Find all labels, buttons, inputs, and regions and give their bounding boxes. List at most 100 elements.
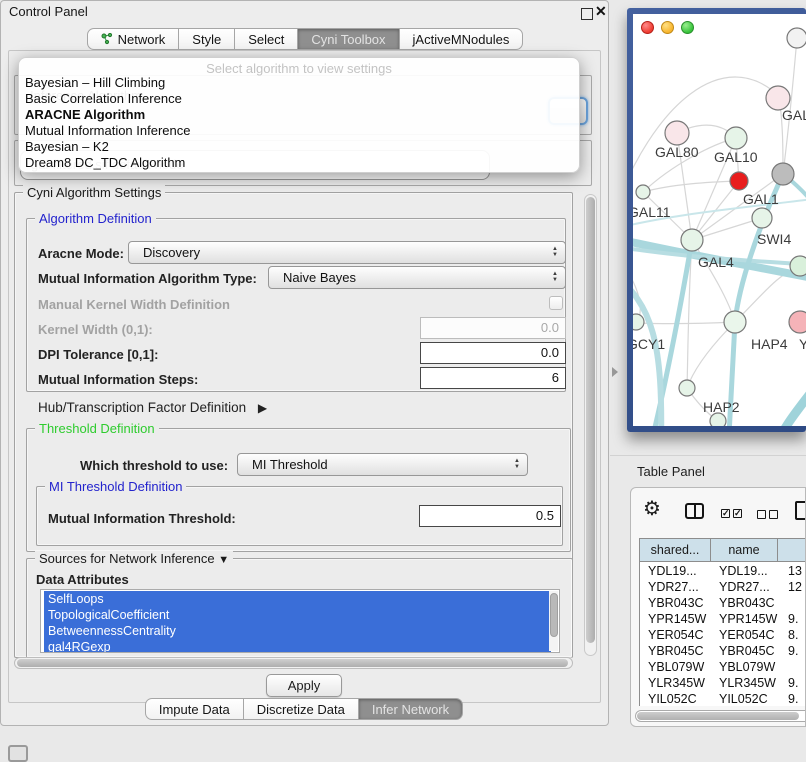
dropdown-item-dream8[interactable]: Dream8 DC_TDC Algorithm bbox=[25, 155, 573, 171]
network-canvas[interactable]: GALGAL80GAL10GAL1GAL11GAL4SWI4GCY1HAP4YH… bbox=[633, 14, 806, 426]
clipped-toolbar-icon[interactable] bbox=[795, 501, 806, 520]
table-row[interactable]: YDL19...YDL19...13 bbox=[640, 563, 806, 579]
deselect-all-icon[interactable] bbox=[757, 510, 766, 519]
tab-discretize-data[interactable]: Discretize Data bbox=[243, 698, 359, 720]
stepper-icon: ▲▼ bbox=[514, 458, 520, 470]
node-label-gal10: GAL10 bbox=[714, 149, 758, 165]
network-node-gal11[interactable] bbox=[636, 185, 650, 199]
dropdown-item-bayesian-hill-climbing[interactable]: Bayesian – Hill Climbing bbox=[25, 75, 573, 91]
column-header-shared-name[interactable]: shared... bbox=[640, 539, 711, 562]
network-node-hap4[interactable] bbox=[724, 311, 746, 333]
tab-impute-data-label: Impute Data bbox=[159, 702, 230, 717]
list-scrollbar-thumb[interactable] bbox=[550, 593, 558, 637]
table-horizontal-scrollbar[interactable] bbox=[635, 710, 806, 722]
dpi-tolerance-input[interactable]: 0.0 bbox=[420, 342, 566, 364]
dropdown-item-aracne[interactable]: ARACNE Algorithm bbox=[25, 107, 573, 123]
network-node-gal80[interactable] bbox=[665, 121, 689, 145]
mi-type-label: Mutual Information Algorithm Type: bbox=[38, 271, 257, 286]
window-zoom-traffic-light-icon[interactable] bbox=[681, 21, 694, 34]
apply-button[interactable]: Apply bbox=[266, 674, 342, 697]
aracne-mode-value: Discovery bbox=[143, 245, 200, 260]
select-all-check-icon[interactable]: ✓ bbox=[721, 509, 730, 518]
mi-threshold-title: MI Threshold Definition bbox=[45, 479, 186, 494]
tab-infer-network-label: Infer Network bbox=[372, 702, 449, 717]
network-node-hap2[interactable] bbox=[679, 380, 695, 396]
gear-icon[interactable]: ⚙ bbox=[643, 496, 661, 521]
threshold-definition-title: Threshold Definition bbox=[35, 421, 159, 436]
network-node-gcy1[interactable] bbox=[633, 314, 644, 330]
dropdown-item-bayesian-k2[interactable]: Bayesian – K2 bbox=[25, 139, 573, 155]
table-row[interactable]: YBL079WYBL079W bbox=[640, 659, 806, 675]
table-row[interactable]: YBR043CYBR043C bbox=[640, 595, 806, 611]
table-row[interactable]: YDR27...YDR27...12 bbox=[640, 579, 806, 595]
show-columns-icon[interactable] bbox=[685, 503, 704, 519]
table-row[interactable]: YIL052CYIL052C9. bbox=[640, 691, 806, 705]
table-row[interactable]: YPR145WYPR145W9. bbox=[640, 611, 806, 627]
tab-cyni-toolbox[interactable]: Cyni Toolbox bbox=[297, 28, 399, 50]
mi-threshold-label: Mutual Information Threshold: bbox=[48, 511, 236, 526]
dropdown-placeholder: Select algorithm to view settings bbox=[19, 61, 579, 76]
settings-horizontal-scrollbar-thumb[interactable] bbox=[17, 659, 568, 667]
clipped-corner-button[interactable] bbox=[8, 745, 28, 762]
list-item-betweennesscentrality[interactable]: BetweennessCentrality bbox=[44, 623, 551, 639]
table-row[interactable]: YLR345WYLR345W9. bbox=[640, 675, 806, 691]
network-node-gal4[interactable] bbox=[681, 229, 703, 251]
table-horizontal-scrollbar-thumb[interactable] bbox=[637, 712, 799, 720]
hub-definition-expander[interactable]: Hub/Transcription Factor Definition ▶ bbox=[38, 400, 267, 415]
panel-sash-arrow-icon[interactable] bbox=[612, 367, 618, 377]
network-node[interactable] bbox=[730, 172, 748, 190]
tab-style[interactable]: Style bbox=[178, 28, 235, 50]
table-row[interactable]: YER054CYER054C8. bbox=[640, 627, 806, 643]
data-attributes-list[interactable]: SelfLoops TopologicalCoefficient Between… bbox=[40, 589, 560, 653]
list-item-gal4rgexp[interactable]: gal4RGexp bbox=[44, 639, 551, 653]
select-all-check-icon-2[interactable]: ✓ bbox=[733, 509, 742, 518]
control-panel-tabs: Network Style Select Cyni Toolbox jActiv… bbox=[1, 28, 610, 50]
network-node[interactable] bbox=[710, 413, 726, 426]
aracne-mode-combo[interactable]: Discovery ▲▼ bbox=[128, 241, 566, 264]
table-row[interactable]: YBR045CYBR045C9. bbox=[640, 643, 806, 659]
tab-select[interactable]: Select bbox=[234, 28, 298, 50]
window-minimize-traffic-light-icon[interactable] bbox=[661, 21, 674, 34]
deselect-all-icon-2[interactable] bbox=[769, 510, 778, 519]
network-node[interactable] bbox=[787, 28, 806, 48]
mi-steps-input[interactable]: 6 bbox=[420, 367, 566, 389]
float-window-icon[interactable] bbox=[581, 8, 593, 20]
network-graph[interactable]: GALGAL80GAL10GAL1GAL11GAL4SWI4GCY1HAP4YH… bbox=[633, 14, 806, 426]
settings-horizontal-scrollbar[interactable] bbox=[14, 657, 573, 669]
which-threshold-combo[interactable]: MI Threshold ▲▼ bbox=[237, 453, 528, 476]
panel-divider bbox=[610, 455, 806, 456]
list-scrollbar[interactable] bbox=[549, 591, 558, 651]
window-close-traffic-light-icon[interactable] bbox=[641, 21, 654, 34]
tab-infer-network[interactable]: Infer Network bbox=[358, 698, 463, 720]
manual-kernel-checkbox[interactable] bbox=[549, 296, 563, 310]
tab-network[interactable]: Network bbox=[87, 28, 180, 50]
tab-style-label: Style bbox=[192, 32, 221, 47]
column-header-name[interactable]: name bbox=[711, 539, 778, 562]
settings-vertical-scrollbar[interactable] bbox=[584, 194, 597, 656]
network-node-swi4[interactable] bbox=[790, 256, 806, 276]
list-item-topologicalcoefficient[interactable]: TopologicalCoefficient bbox=[44, 607, 551, 623]
tab-impute-data[interactable]: Impute Data bbox=[145, 698, 244, 720]
network-node-gal1[interactable] bbox=[752, 208, 772, 228]
list-item-selfloops[interactable]: SelfLoops bbox=[44, 591, 551, 607]
kernel-width-input[interactable]: 0.0 bbox=[420, 317, 566, 339]
expand-right-icon[interactable]: ▶ bbox=[258, 401, 267, 415]
node-label-gal: GAL bbox=[782, 107, 806, 123]
close-icon[interactable]: ✕ bbox=[595, 3, 607, 20]
node-label-gcy1: GCY1 bbox=[633, 336, 665, 352]
algorithm-definition-title: Algorithm Definition bbox=[35, 211, 156, 226]
collapse-down-icon[interactable]: ▼ bbox=[218, 554, 229, 566]
network-node-gal10[interactable] bbox=[725, 127, 747, 149]
dropdown-item-mutual-information[interactable]: Mutual Information Inference bbox=[25, 123, 573, 139]
algorithm-dropdown-popup: Select algorithm to view settings Bayesi… bbox=[18, 57, 580, 173]
dropdown-item-basic-correlation[interactable]: Basic Correlation Inference bbox=[25, 91, 573, 107]
settings-vertical-scrollbar-thumb[interactable] bbox=[586, 197, 595, 643]
network-view-window[interactable]: GALGAL80GAL10GAL1GAL11GAL4SWI4GCY1HAP4YH… bbox=[627, 8, 806, 432]
network-node-y[interactable] bbox=[789, 311, 806, 333]
column-header-clipped[interactable] bbox=[778, 539, 806, 562]
mi-threshold-input[interactable]: 0.5 bbox=[419, 505, 561, 527]
mi-type-combo[interactable]: Naive Bayes ▲▼ bbox=[268, 266, 566, 289]
network-node[interactable] bbox=[772, 163, 794, 185]
stepper-icon: ▲▼ bbox=[552, 246, 558, 258]
tab-jactivemnodules[interactable]: jActiveMNodules bbox=[399, 28, 524, 50]
